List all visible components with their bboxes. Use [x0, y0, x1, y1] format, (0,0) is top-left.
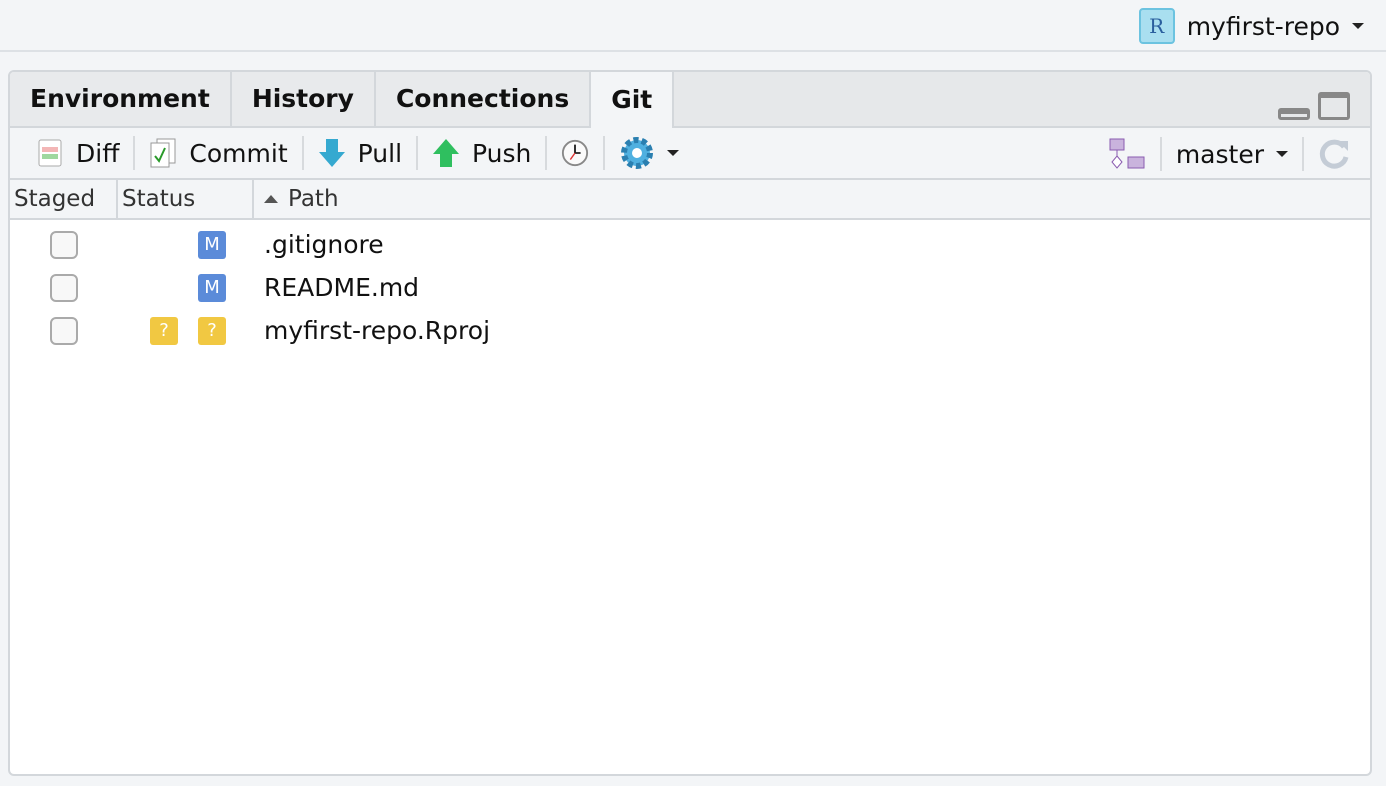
- file-list: M .gitignore M README.md ? ? myfirst-rep…: [10, 220, 1370, 352]
- column-status[interactable]: Status: [118, 180, 254, 218]
- maximize-pane-button[interactable]: [1318, 92, 1350, 120]
- column-staged[interactable]: Staged: [10, 180, 118, 218]
- push-button[interactable]: Push: [418, 138, 545, 168]
- column-path-label: Path: [288, 186, 339, 212]
- tab-bar: Environment History Connections Git: [10, 72, 1370, 128]
- file-path: README.md: [264, 273, 420, 302]
- refresh-icon: [1319, 139, 1349, 169]
- branch-name: master: [1175, 139, 1264, 169]
- pull-label: Pull: [357, 138, 403, 168]
- status-modified-badge: M: [198, 230, 226, 259]
- minimize-pane-button[interactable]: [1278, 108, 1310, 120]
- file-row[interactable]: M README.md: [10, 266, 1370, 309]
- r-project-icon: R: [1138, 8, 1175, 44]
- gear-icon: [621, 137, 654, 169]
- diff-icon: [38, 139, 62, 167]
- push-label: Push: [472, 138, 532, 168]
- commit-button[interactable]: Commit: [135, 138, 301, 168]
- column-path[interactable]: Path: [254, 180, 1370, 218]
- tab-connections[interactable]: Connections: [375, 72, 592, 126]
- staged-checkbox[interactable]: [50, 230, 78, 259]
- push-arrow-up-icon: [433, 139, 460, 167]
- diff-label: Diff: [76, 138, 120, 168]
- tab-environment[interactable]: Environment: [10, 72, 232, 126]
- chevron-down-icon: [1276, 151, 1288, 157]
- file-path: .gitignore: [264, 230, 384, 259]
- sort-ascending-icon: [264, 195, 278, 203]
- project-name: myfirst-repo: [1186, 11, 1340, 41]
- branch-selector[interactable]: master: [1162, 140, 1302, 169]
- file-path: myfirst-repo.Rproj: [264, 316, 491, 345]
- clock-icon: [562, 139, 589, 167]
- file-list-header: Staged Status Path: [10, 180, 1370, 220]
- status-untracked-badge: ?: [150, 316, 178, 345]
- history-button[interactable]: [547, 138, 603, 168]
- refresh-button[interactable]: [1304, 137, 1356, 171]
- pull-arrow-down-icon: [318, 139, 345, 167]
- staged-checkbox[interactable]: [50, 316, 78, 345]
- chevron-down-icon: [1352, 23, 1364, 29]
- top-bar: R myfirst-repo: [0, 0, 1386, 52]
- chevron-down-icon: [667, 150, 680, 156]
- branches-icon: [1109, 138, 1145, 169]
- pull-button[interactable]: Pull: [304, 138, 416, 168]
- tab-git[interactable]: Git: [591, 72, 675, 128]
- staged-checkbox[interactable]: [50, 273, 78, 302]
- tab-history[interactable]: History: [231, 72, 376, 126]
- more-settings-button[interactable]: [605, 135, 693, 171]
- status-modified-badge: M: [198, 273, 226, 302]
- commit-icon: [150, 138, 176, 168]
- file-row[interactable]: ? ? myfirst-repo.Rproj: [10, 309, 1370, 352]
- project-menu[interactable]: R myfirst-repo: [1138, 8, 1364, 44]
- branch-graph-button[interactable]: [1094, 137, 1160, 171]
- git-pane: Environment History Connections Git Diff…: [8, 70, 1372, 776]
- diff-button[interactable]: Diff: [22, 138, 133, 168]
- status-untracked-badge: ?: [198, 316, 226, 345]
- file-row[interactable]: M .gitignore: [10, 223, 1370, 266]
- commit-label: Commit: [189, 138, 288, 168]
- git-toolbar: Diff Commit Pull Push master: [10, 128, 1370, 180]
